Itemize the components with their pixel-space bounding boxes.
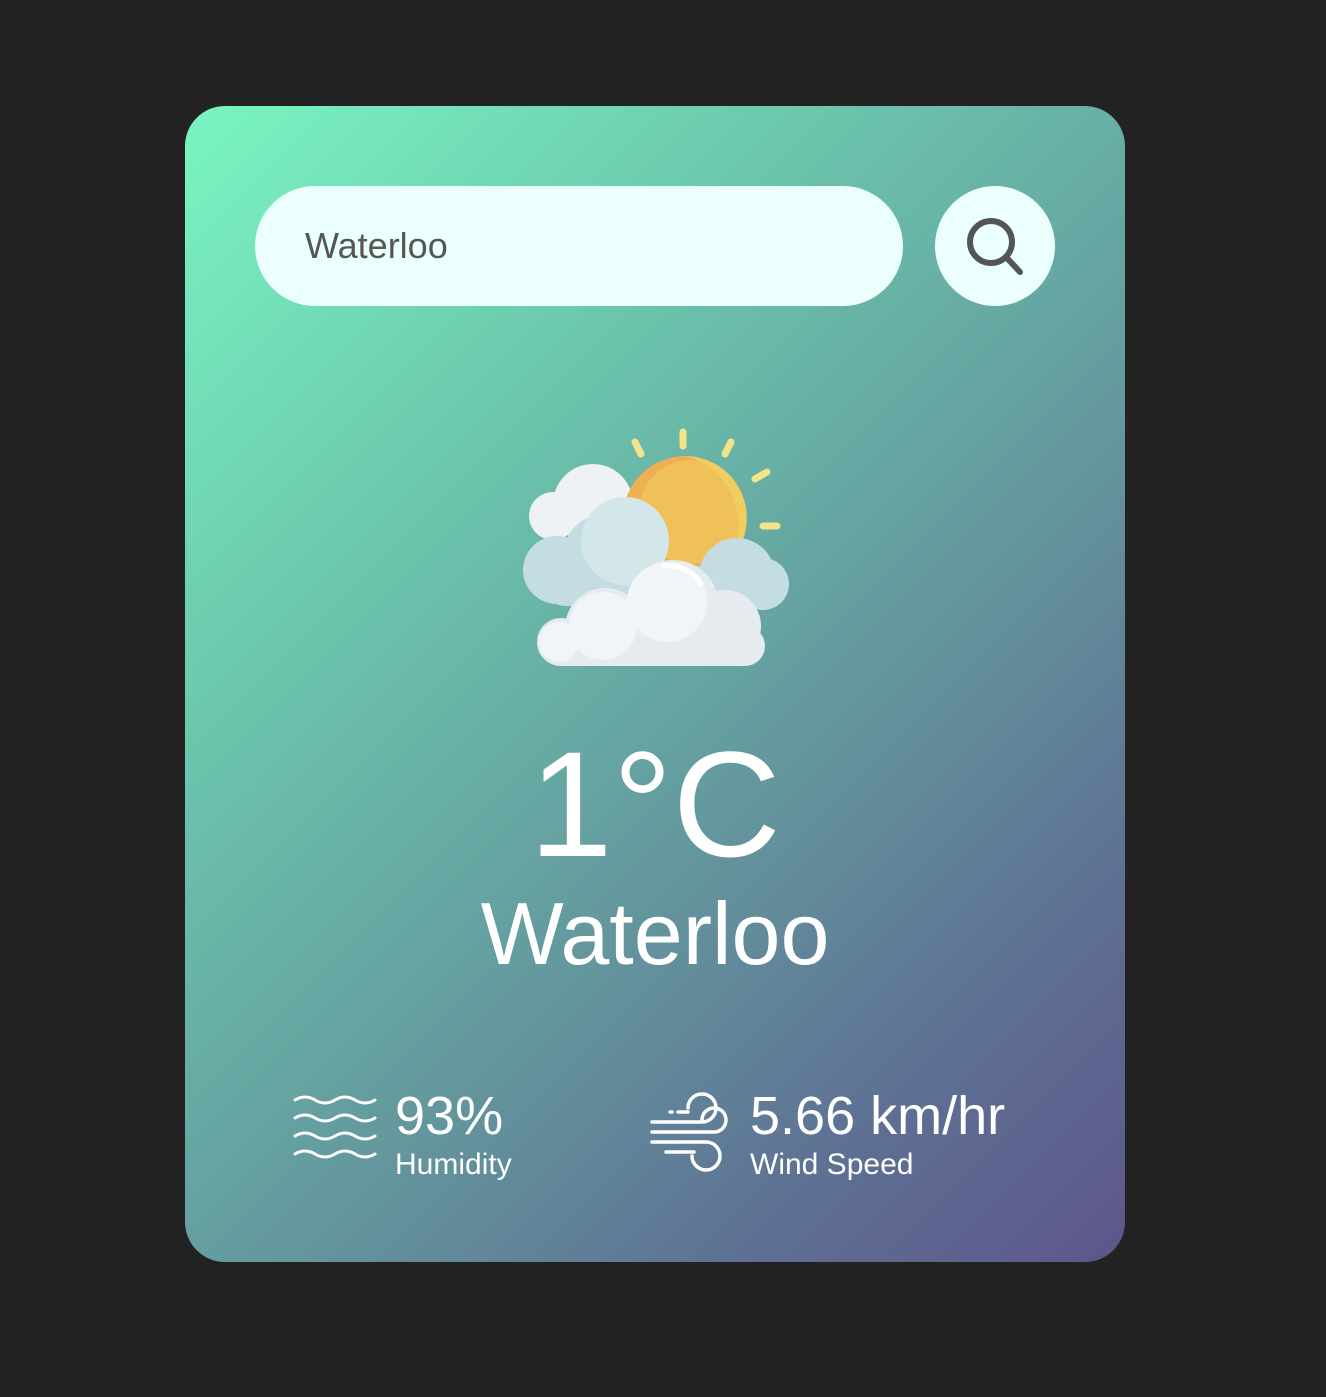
- humidity-label: Humidity: [395, 1148, 512, 1181]
- wind-label: Wind Speed: [750, 1148, 914, 1181]
- humidity-value: 93%: [395, 1086, 504, 1146]
- city-name: Waterloo: [480, 884, 830, 983]
- wind-value: 5.66 km/hr: [750, 1086, 1006, 1146]
- search-button[interactable]: [935, 186, 1055, 306]
- search-icon: [967, 218, 1023, 275]
- wind-icon: [650, 1092, 728, 1172]
- partly-cloudy-icon: [523, 428, 789, 666]
- temperature: 1°C: [529, 720, 781, 888]
- weather-card: 1°C Waterloo 93% Humidity 5.66 km/hr: [185, 106, 1125, 1262]
- wind-stat: 5.66 km/hr Wind Speed: [648, 1086, 1068, 1186]
- humidity-waves-icon: [293, 1095, 377, 1159]
- humidity-stat: 93% Humidity: [293, 1086, 593, 1186]
- search-input[interactable]: [255, 186, 903, 306]
- search-bar: [255, 186, 1055, 306]
